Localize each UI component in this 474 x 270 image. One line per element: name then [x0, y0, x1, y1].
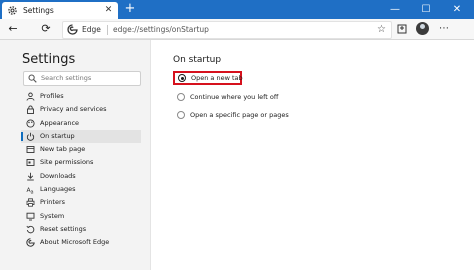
minimize-button[interactable]: —	[381, 0, 409, 19]
sidebar-item-label: Downloads	[40, 171, 76, 180]
profile-avatar[interactable]	[416, 22, 429, 35]
sidebar-item-system[interactable]: System	[21, 210, 141, 223]
new-tab-page-icon	[26, 145, 35, 154]
radio-button-selected[interactable]	[178, 74, 186, 82]
radio-button[interactable]	[177, 93, 185, 101]
sidebar-title: Settings	[22, 52, 76, 67]
appearance-icon	[26, 119, 35, 128]
sidebar-item-label: Appearance	[40, 118, 80, 127]
option-label: Open a new tab	[191, 74, 243, 82]
settings-menu: Profiles Privacy and services Appearance…	[21, 90, 141, 250]
sidebar-item-label: About Microsoft Edge	[40, 238, 110, 247]
sidebar-item-label: Reset settings	[40, 224, 87, 233]
address-separator	[107, 25, 108, 35]
printer-icon	[26, 198, 35, 207]
favorite-star-icon[interactable]: ☆	[377, 23, 386, 36]
more-menu-icon[interactable]: ⋯	[437, 22, 451, 36]
sidebar: Settings Search settings Profiles Privac…	[0, 40, 151, 270]
edge-logo-icon	[67, 24, 78, 35]
sidebar-item-appearance[interactable]: Appearance	[21, 117, 141, 130]
person-icon	[26, 92, 35, 101]
address-bar[interactable]: Edge edge://settings/onStartup ☆	[62, 21, 392, 39]
page-title: On startup	[173, 55, 222, 65]
tab-close-icon[interactable]: ✕	[103, 5, 114, 16]
refresh-button[interactable]: ⟳	[39, 22, 53, 36]
tab-settings[interactable]: Settings ✕	[2, 2, 118, 19]
sidebar-item-label: Printers	[40, 198, 66, 207]
radio-open-new-tab[interactable]: Open a new tab	[173, 71, 243, 85]
maximize-button[interactable]: ☐	[412, 0, 440, 19]
lock-icon	[26, 105, 35, 115]
sidebar-item-label: On startup	[40, 131, 75, 140]
sidebar-item-label: Languages	[40, 185, 76, 194]
system-icon	[26, 212, 35, 221]
sidebar-item-on-startup[interactable]: On startup	[21, 129, 141, 144]
radio-button[interactable]	[177, 111, 185, 119]
sidebar-item-reset-settings[interactable]: Reset settings	[21, 223, 141, 236]
sidebar-item-downloads[interactable]: Downloads	[21, 170, 141, 183]
option-label: Open a specific page or pages	[190, 111, 289, 119]
reset-icon	[26, 225, 35, 234]
sidebar-item-new-tab-page[interactable]: New tab page	[21, 143, 141, 156]
sidebar-item-label: System	[40, 211, 65, 220]
sidebar-item-label: Profiles	[40, 92, 64, 100]
window-close-button[interactable]: ✕	[443, 0, 471, 19]
search-input[interactable]: Search settings	[23, 71, 141, 86]
sidebar-item-label: Site permissions	[40, 158, 94, 167]
new-tab-button[interactable]: +	[123, 2, 137, 16]
edge-logo-icon	[26, 238, 35, 247]
back-button[interactable]: ←	[6, 22, 20, 36]
sidebar-item-label: New tab page	[40, 145, 86, 154]
address-brand: Edge	[82, 25, 101, 34]
sidebar-item-privacy[interactable]: Privacy and services	[21, 103, 141, 116]
gear-icon	[7, 5, 18, 16]
collections-icon[interactable]	[395, 22, 409, 36]
download-icon	[26, 172, 35, 181]
sidebar-item-languages[interactable]: Aa Languages	[21, 183, 141, 196]
title-bar: Settings ✕ + — ☐ ✕	[0, 0, 474, 19]
sidebar-item-printers[interactable]: Printers	[21, 196, 141, 209]
sidebar-item-site-permissions[interactable]: Site permissions	[21, 156, 141, 169]
sidebar-item-profiles[interactable]: Profiles	[21, 90, 141, 103]
sidebar-item-about[interactable]: About Microsoft Edge	[21, 236, 141, 249]
option-label: Continue where you left off	[190, 93, 279, 101]
search-icon	[28, 74, 37, 83]
address-url[interactable]: edge://settings/onStartup	[113, 24, 209, 36]
search-placeholder: Search settings	[41, 74, 92, 82]
languages-icon: Aa	[26, 185, 35, 194]
toolbar: ← ⟳ Edge edge://settings/onStartup ☆ ⋯	[0, 19, 474, 40]
tab-title: Settings	[23, 6, 54, 15]
power-icon	[26, 132, 35, 141]
svg-text:a: a	[31, 190, 34, 195]
sidebar-item-label: Privacy and services	[40, 105, 107, 114]
site-permissions-icon	[26, 158, 35, 167]
